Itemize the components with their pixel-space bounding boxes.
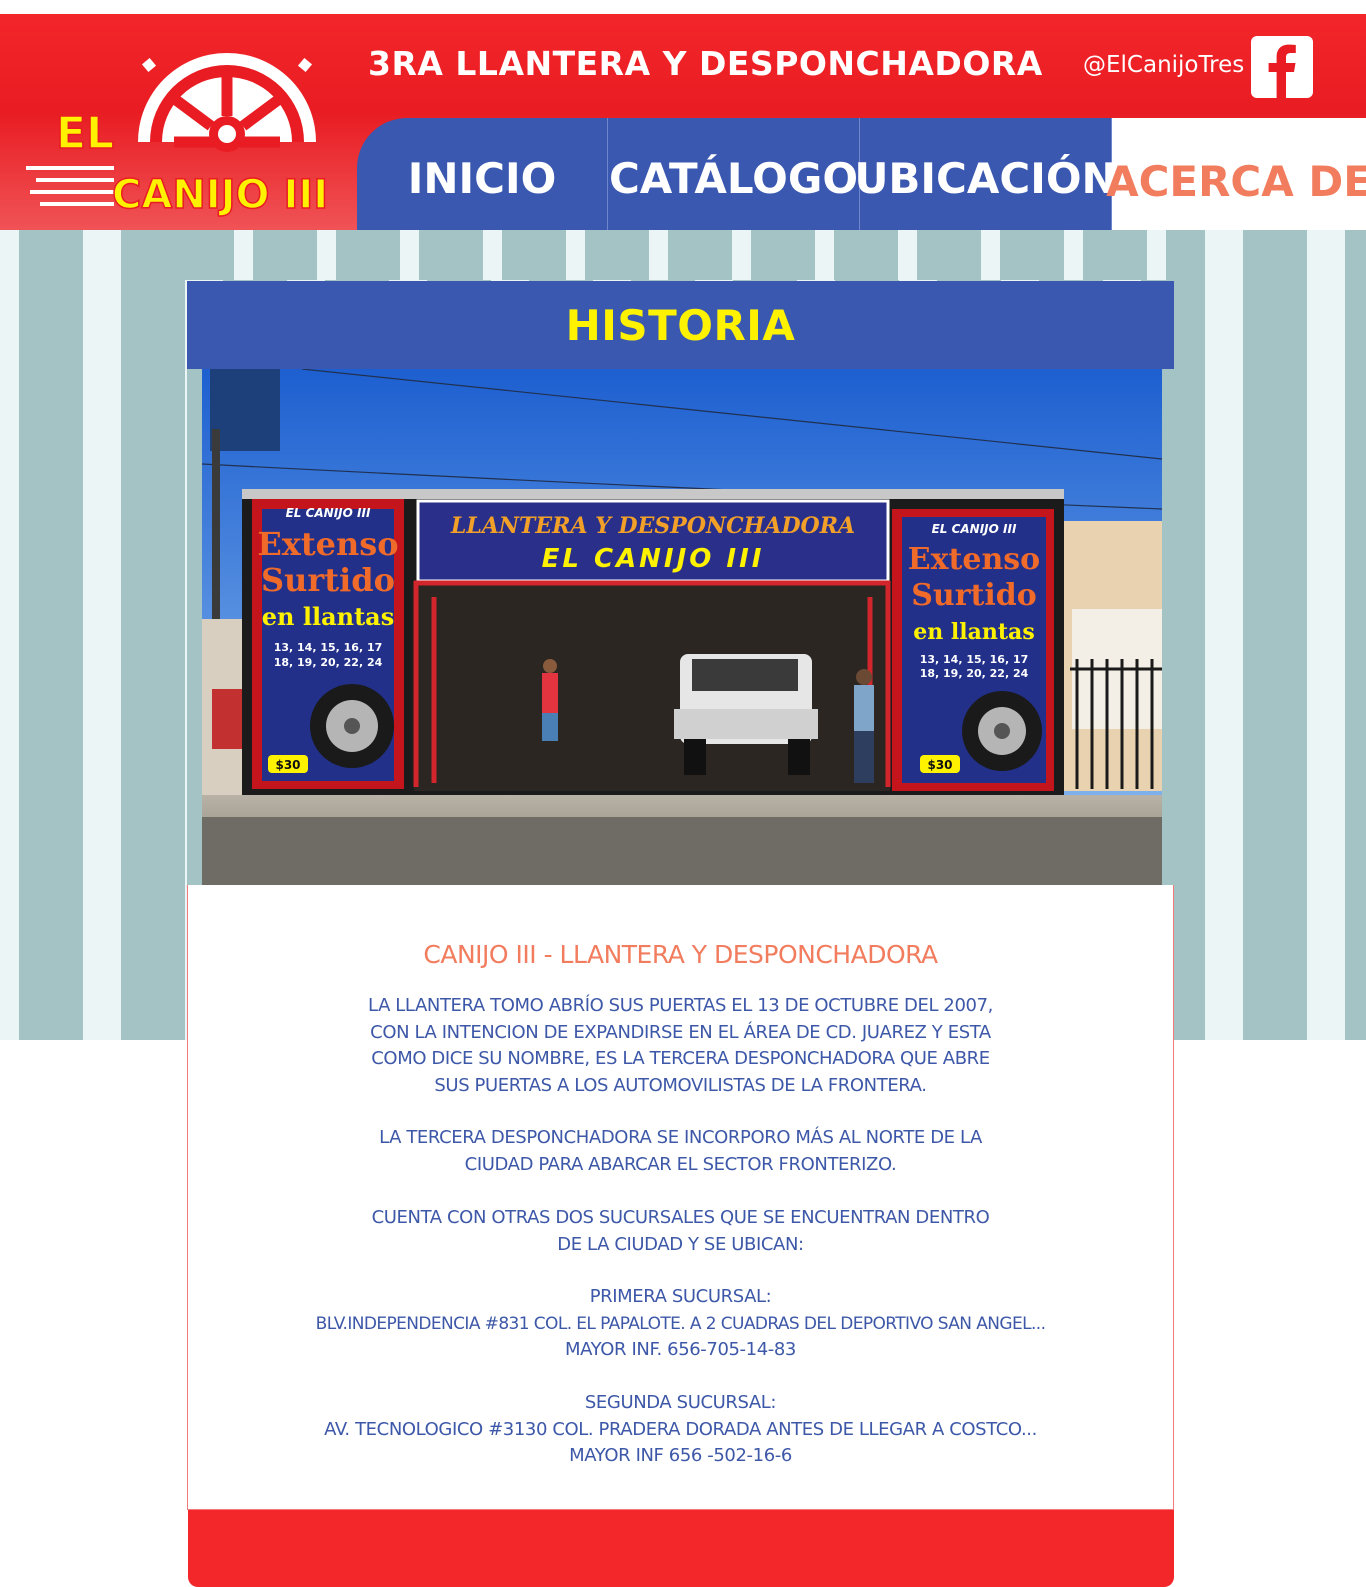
nav-catalogo[interactable]: CATÁLOGO	[608, 118, 860, 230]
text-line: SUS PUERTAS A LOS AUTOMOVILISTAS DE LA F…	[434, 1074, 927, 1096]
site-tagline: 3RA LLANTERA Y DESPONCHADORA	[368, 44, 1043, 83]
photo-right-sizes2: 18, 19, 20, 22, 24	[920, 667, 1029, 680]
photo-left-price: $30	[275, 758, 300, 772]
text-line: SEGUNDA SUCURSAL:	[584, 1392, 777, 1413]
history-card: CANIJO III - LLANTERA Y DESPONCHADORA LA…	[187, 885, 1174, 1510]
facebook-handle[interactable]: @ElCanijoTres	[1083, 52, 1244, 78]
text-line: MAYOR INF. 656-705-14-83	[565, 1339, 796, 1360]
first-branch-info: PRIMERA SUCURSAL: BLV.INDEPENDENCIA #831…	[188, 1284, 1173, 1364]
text-line: MAYOR INF 656 -502-16-6	[569, 1445, 792, 1466]
photo-left-sizes1: 13, 14, 15, 16, 17	[274, 641, 383, 654]
facebook-icon[interactable]	[1251, 36, 1313, 98]
text-line: AV. TECNOLOGICO #3130 COL. PRADERA DORAD…	[324, 1418, 1037, 1440]
main-nav: INICIO CATÁLOGO UBICACIÓN ACERCA DE	[357, 118, 1366, 230]
logo-line2: CANIJO III	[112, 172, 328, 218]
photo-banner-line2: EL CANIJO III	[542, 544, 765, 574]
photo-frame: LLANTERA Y DESPONCHADORA EL CANIJO III E…	[187, 369, 1174, 885]
nav-inicio[interactable]: INICIO	[357, 118, 608, 230]
site-header: EL CANIJO III 3RA LLANTERA Y DESPONCHADO…	[0, 14, 1366, 230]
wheel-icon	[138, 52, 316, 152]
footer-bar	[188, 1510, 1174, 1587]
text-line: PRIMERA SUCURSAL:	[589, 1286, 772, 1307]
photo-right-price: $30	[927, 758, 952, 772]
section-header: HISTORIA	[187, 281, 1174, 369]
history-paragraph-2: LA TERCERA DESPONCHADORA SE INCORPORO MÁ…	[188, 1125, 1173, 1178]
photo-right-brand: EL CANIJO III	[932, 522, 1017, 536]
photo-left-sizes2: 18, 19, 20, 22, 24	[274, 656, 383, 669]
second-branch-info: SEGUNDA SUCURSAL: AV. TECNOLOGICO #3130 …	[188, 1390, 1173, 1470]
history-heading: CANIJO III - LLANTERA Y DESPONCHADORA	[423, 940, 938, 969]
photo-left-line2: Surtido	[261, 561, 395, 599]
text-line: CUENTA CON OTRAS DOS SUCURSALES QUE SE E…	[371, 1207, 990, 1228]
history-paragraph-3: CUENTA CON OTRAS DOS SUCURSALES QUE SE E…	[188, 1205, 1173, 1258]
shop-photo: LLANTERA Y DESPONCHADORA EL CANIJO III E…	[202, 369, 1162, 885]
photo-left-line3: en llantas	[262, 602, 394, 631]
photo-right-sizes1: 13, 14, 15, 16, 17	[920, 653, 1029, 666]
nav-ubicacion[interactable]: UBICACIÓN	[854, 118, 1117, 230]
text-line: CON LA INTENCION DE EXPANDIRSE EN EL ÁRE…	[370, 1021, 991, 1043]
photo-right-line2: Surtido	[911, 578, 1037, 613]
photo-banner-line1: LLANTERA Y DESPONCHADORA	[450, 513, 855, 539]
text-line: COMO DICE SU NOMBRE, ES LA TERCERA DESPO…	[371, 1048, 990, 1069]
history-paragraph-1: LA LLANTERA TOMO ABRÍO SUS PUERTAS EL 13…	[188, 993, 1173, 1099]
logo-line1: EL	[56, 108, 114, 159]
text-line: BLV.INDEPENDENCIA #831 COL. EL PAPALOTE.…	[315, 1313, 1046, 1334]
text-line: LA TERCERA DESPONCHADORA SE INCORPORO MÁ…	[379, 1127, 982, 1148]
nav-acerca-de[interactable]: ACERCA DE	[1106, 118, 1366, 230]
text-line: DE LA CIUDAD Y SE UBICAN:	[557, 1233, 804, 1255]
section-title: HISTORIA	[565, 300, 796, 350]
striped-background-band	[170, 230, 1196, 280]
speed-lines	[26, 166, 114, 206]
text-line: LA LLANTERA TOMO ABRÍO SUS PUERTAS EL 13…	[368, 995, 993, 1016]
photo-right-line1: Extenso	[908, 542, 1040, 577]
photo-right-line3: en llantas	[913, 619, 1034, 645]
photo-left-line1: Extenso	[257, 525, 398, 563]
el-canijo-logo[interactable]: EL CANIJO III	[26, 30, 336, 222]
text-line: CIUDAD PARA ABARCAR EL SECTOR FRONTERIZO…	[464, 1153, 897, 1175]
photo-left-brand: EL CANIJO III	[286, 506, 371, 520]
